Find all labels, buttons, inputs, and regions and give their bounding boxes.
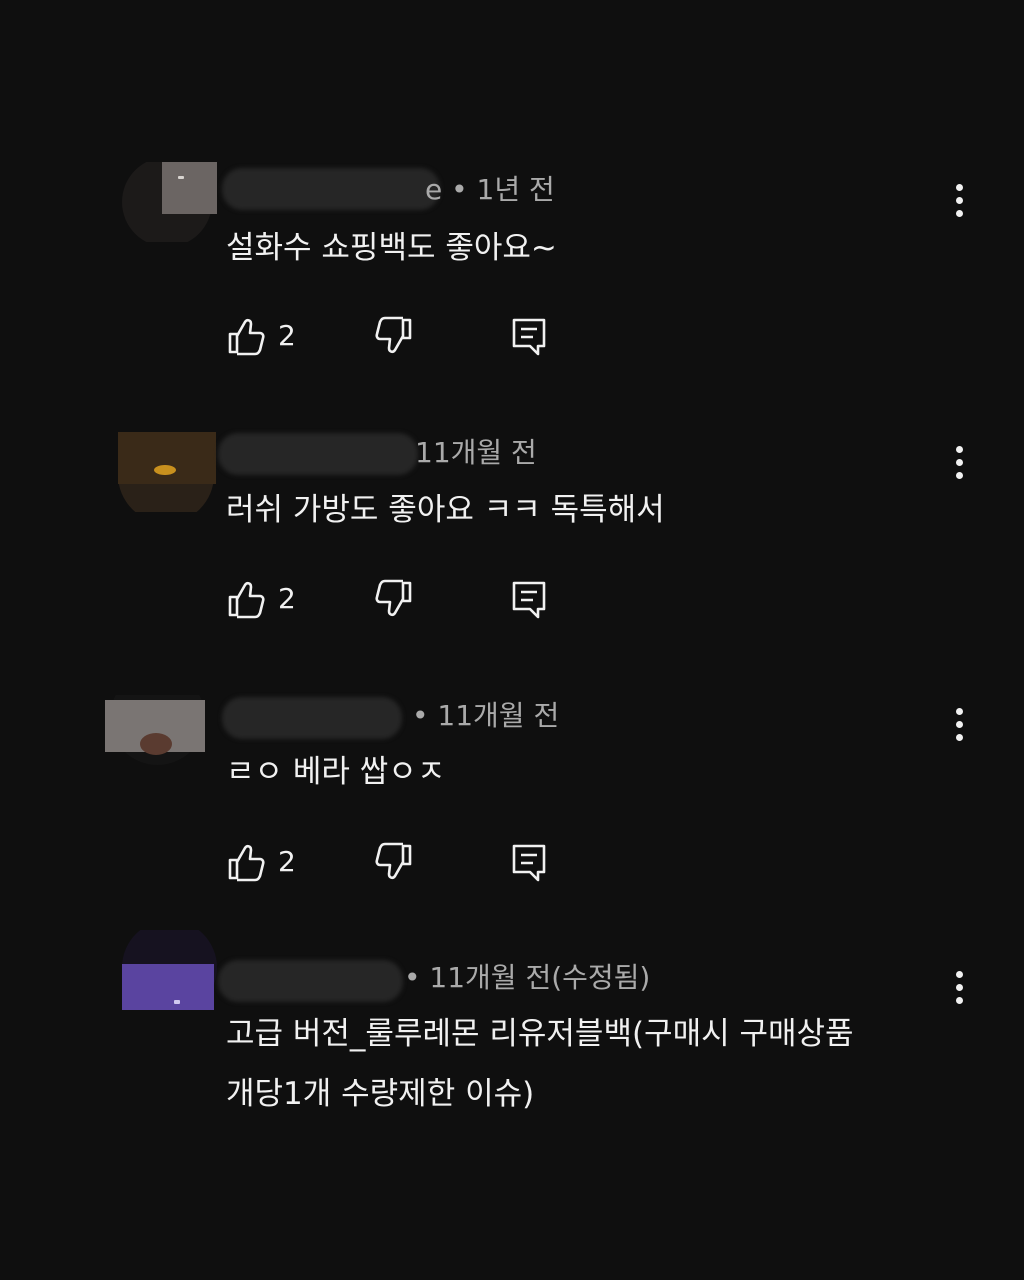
like-button[interactable]: 2 — [226, 842, 296, 882]
dislike-button[interactable] — [374, 579, 414, 619]
more-vert-icon[interactable] — [945, 182, 975, 222]
comment-text: ㄹㅇ 베라 쌉ㅇㅈ — [226, 754, 446, 790]
more-vert-icon[interactable] — [945, 969, 975, 1009]
more-vert-icon[interactable] — [945, 444, 975, 484]
comment-text: 고급 버전_룰루레몬 리유저블백(구매시 구매상품 개당1개 수량제한 이슈) — [226, 1004, 946, 1124]
reply-icon — [512, 318, 546, 356]
comment-actions: 2 — [226, 316, 566, 356]
thumbs-up-icon — [228, 844, 265, 882]
reply-icon — [512, 581, 546, 619]
dislike-button[interactable] — [374, 316, 414, 356]
reply-button[interactable] — [510, 579, 550, 619]
comment-meta: • 11개월 전 — [412, 699, 560, 732]
author-name-redacted[interactable] — [222, 697, 402, 739]
dislike-button[interactable] — [374, 842, 414, 882]
comment-meta: e • 1년 전 — [425, 173, 555, 206]
thumbs-up-icon — [228, 318, 265, 356]
avatar[interactable] — [122, 930, 222, 1010]
comment-meta: 11개월 전 — [415, 436, 537, 469]
comment-meta: • 11개월 전(수정됨) — [404, 961, 651, 994]
comment-actions: 2 — [226, 579, 566, 619]
like-count: 2 — [278, 845, 296, 878]
like-count: 2 — [278, 319, 296, 352]
author-name-redacted[interactable] — [218, 433, 418, 475]
comment-text-line: 고급 버전_룰루레몬 리유저블백(구매시 구매상품 — [226, 1016, 854, 1052]
avatar[interactable] — [118, 432, 218, 512]
comment-text: 러쉬 가방도 좋아요 ㅋㅋ 독특해서 — [226, 492, 665, 528]
avatar[interactable] — [122, 162, 222, 242]
comment-text: 설화수 쇼핑백도 좋아요~ — [226, 230, 557, 266]
more-vert-icon[interactable] — [945, 706, 975, 746]
author-name-redacted[interactable] — [222, 168, 440, 210]
like-button[interactable]: 2 — [226, 316, 296, 356]
reply-button[interactable] — [510, 316, 550, 356]
thumbs-down-icon — [375, 316, 412, 354]
comment-text-line: 개당1개 수량제한 이슈) — [226, 1076, 535, 1112]
comment-actions: 2 — [226, 842, 566, 882]
thumbs-down-icon — [375, 579, 412, 617]
thumbs-down-icon — [375, 842, 412, 880]
like-button[interactable]: 2 — [226, 579, 296, 619]
thumbs-up-icon — [228, 581, 265, 619]
reply-button[interactable] — [510, 842, 550, 882]
avatar[interactable] — [105, 695, 205, 775]
like-count: 2 — [278, 582, 296, 615]
author-name-redacted[interactable] — [218, 960, 403, 1002]
reply-icon — [512, 844, 546, 882]
